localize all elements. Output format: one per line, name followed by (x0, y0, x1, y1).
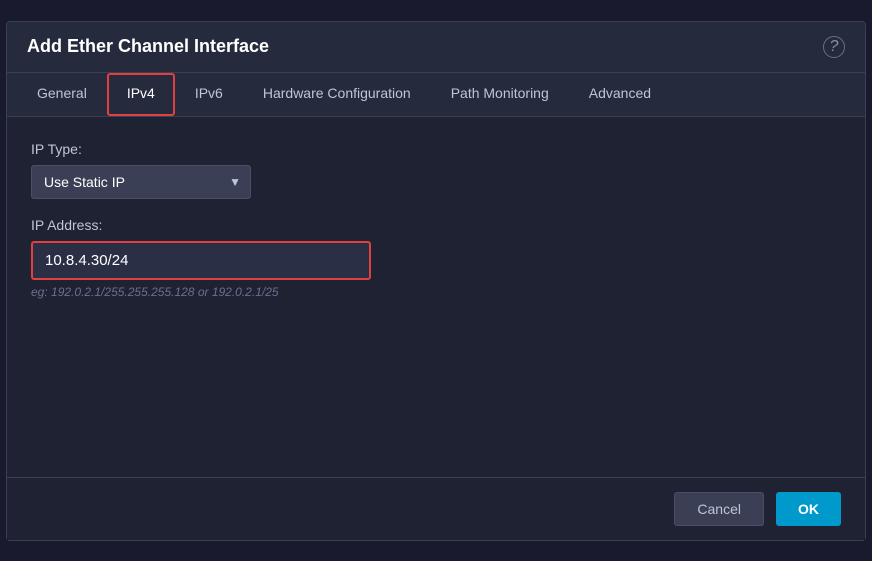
dialog-header: Add Ether Channel Interface ? (7, 22, 865, 73)
tab-bar: General IPv4 IPv6 Hardware Configuration… (7, 73, 865, 117)
ip-address-input[interactable] (31, 241, 371, 280)
cancel-button[interactable]: Cancel (674, 492, 764, 526)
ip-type-group: IP Type: Use Static IP Use DHCP Use PPPo… (31, 141, 841, 199)
ip-type-label: IP Type: (31, 141, 841, 157)
dialog-footer: Cancel OK (7, 477, 865, 540)
tab-ipv6[interactable]: IPv6 (175, 73, 243, 116)
ip-address-group: IP Address: eg: 192.0.2.1/255.255.255.12… (31, 217, 841, 299)
dialog-body: IP Type: Use Static IP Use DHCP Use PPPo… (7, 117, 865, 477)
ip-type-select[interactable]: Use Static IP Use DHCP Use PPPoE (31, 165, 251, 199)
tab-general[interactable]: General (17, 73, 107, 116)
dialog-title: Add Ether Channel Interface (27, 36, 269, 57)
ip-address-label: IP Address: (31, 217, 841, 233)
help-icon[interactable]: ? (823, 36, 845, 58)
ok-button[interactable]: OK (776, 492, 841, 526)
ip-address-hint: eg: 192.0.2.1/255.255.255.128 or 192.0.2… (31, 285, 841, 299)
tab-hardware-configuration[interactable]: Hardware Configuration (243, 73, 431, 116)
ip-type-select-wrapper: Use Static IP Use DHCP Use PPPoE ▼ (31, 165, 251, 199)
tab-path-monitoring[interactable]: Path Monitoring (431, 73, 569, 116)
tab-ipv4[interactable]: IPv4 (107, 73, 175, 116)
add-ether-channel-dialog: Add Ether Channel Interface ? General IP… (6, 21, 866, 541)
tab-advanced[interactable]: Advanced (569, 73, 671, 116)
